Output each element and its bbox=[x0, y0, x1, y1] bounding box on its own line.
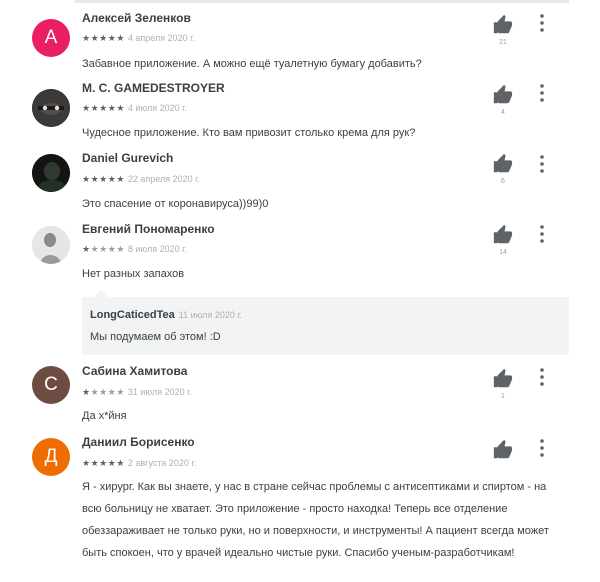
review-text: Да х*йня bbox=[82, 410, 127, 422]
profile-photo-icon bbox=[32, 226, 70, 264]
review-date: 4 июля 2020 г. bbox=[127, 103, 187, 113]
review-text: Чудесное приложение. Кто вам привозит ст… bbox=[82, 127, 416, 139]
star-icon: ★ bbox=[90, 103, 100, 113]
avatar[interactable] bbox=[32, 154, 70, 192]
reply-notch bbox=[94, 290, 108, 297]
like-count: 21 bbox=[499, 39, 507, 46]
more-vertical-icon[interactable] bbox=[537, 224, 547, 244]
star-icon: ★ bbox=[82, 244, 91, 254]
review-date: 2 августа 2020 г. bbox=[127, 458, 197, 468]
star-icon: ★ bbox=[82, 33, 91, 43]
avatar[interactable] bbox=[32, 226, 70, 264]
star-icon: ★ bbox=[116, 33, 125, 43]
star-icon: ★ bbox=[90, 174, 100, 184]
star-icon: ★ bbox=[90, 387, 100, 397]
more-vertical-icon[interactable] bbox=[537, 13, 547, 33]
star-icon: ★ bbox=[90, 244, 100, 254]
thumbs-up-icon[interactable] bbox=[492, 439, 514, 461]
review-text: Это спасение от коронавируса))99)0 bbox=[82, 198, 269, 210]
star-icon: ★ bbox=[99, 458, 108, 468]
star-icon: ★ bbox=[90, 33, 100, 43]
review-author[interactable]: Daniel Gurevich bbox=[82, 151, 173, 165]
review-date: 31 июля 2020 г. bbox=[127, 387, 192, 397]
review-text: Я - хирург. Как вы знаете, у нас в стран… bbox=[82, 481, 549, 559]
star-icon: ★ bbox=[82, 103, 91, 113]
reply-author: LongCaticedTea 11 июля 2020 г. bbox=[90, 309, 242, 321]
profile-photo-icon bbox=[32, 89, 70, 127]
like-count: 1 bbox=[501, 393, 505, 400]
star-icon: ★ bbox=[82, 458, 91, 468]
review-date: 8 июля 2020 г. bbox=[127, 244, 187, 254]
rating-stars: ★★★★★ 22 апреля 2020 г. bbox=[82, 174, 200, 185]
thumbs-up-icon[interactable] bbox=[492, 14, 514, 36]
star-icon: ★ bbox=[82, 387, 91, 397]
review-date: 4 апреля 2020 г. bbox=[127, 33, 195, 43]
like-count: 14 bbox=[499, 249, 507, 256]
developer-reply: LongCaticedTea 11 июля 2020 г. Мы подумае… bbox=[82, 290, 569, 355]
reply-author-name: LongCaticedTea bbox=[90, 309, 175, 321]
rating-stars: ★★★★★ 2 августа 2020 г. bbox=[82, 458, 196, 469]
star-icon: ★ bbox=[116, 387, 125, 397]
previous-review-divider bbox=[75, 0, 569, 3]
review-author[interactable]: Сабина Хамитова bbox=[82, 364, 187, 378]
more-vertical-icon[interactable] bbox=[537, 438, 547, 458]
star-icon: ★ bbox=[116, 458, 125, 468]
more-vertical-icon[interactable] bbox=[537, 154, 547, 174]
star-icon: ★ bbox=[116, 244, 125, 254]
more-vertical-icon[interactable] bbox=[537, 367, 547, 387]
star-icon: ★ bbox=[82, 174, 91, 184]
star-icon: ★ bbox=[99, 33, 108, 43]
like-count: 6 bbox=[501, 178, 505, 185]
avatar[interactable]: А bbox=[32, 19, 70, 57]
more-vertical-icon[interactable] bbox=[537, 83, 547, 103]
star-icon: ★ bbox=[99, 244, 108, 254]
star-icon: ★ bbox=[99, 103, 108, 113]
star-icon: ★ bbox=[99, 387, 108, 397]
rating-stars: ★★★★★ 8 июля 2020 г. bbox=[82, 244, 187, 255]
star-icon: ★ bbox=[116, 174, 125, 184]
review-text: Нет разных запахов bbox=[82, 268, 185, 280]
star-icon: ★ bbox=[90, 458, 100, 468]
thumbs-up-icon[interactable] bbox=[492, 368, 514, 390]
rating-stars: ★★★★★ 31 июля 2020 г. bbox=[82, 387, 192, 398]
avatar[interactable]: С bbox=[32, 366, 70, 404]
reply-text: Мы подумаем об этом! :D bbox=[90, 331, 221, 343]
review-author[interactable]: Евгений Пономаренко bbox=[82, 222, 215, 236]
review-author[interactable]: Даниил Борисенко bbox=[82, 435, 195, 449]
avatar[interactable]: Д bbox=[32, 438, 70, 476]
review-date: 22 апреля 2020 г. bbox=[127, 174, 200, 184]
thumbs-up-icon[interactable] bbox=[492, 84, 514, 106]
review-author[interactable]: M. C. GAMEDESTROYER bbox=[82, 81, 225, 95]
thumbs-up-icon[interactable] bbox=[492, 153, 514, 175]
star-icon: ★ bbox=[99, 174, 108, 184]
avatar[interactable] bbox=[32, 89, 70, 127]
like-count: 4 bbox=[501, 109, 505, 116]
profile-photo-icon bbox=[32, 154, 70, 192]
rating-stars: ★★★★★ 4 июля 2020 г. bbox=[82, 103, 187, 114]
rating-stars: ★★★★★ 4 апреля 2020 г. bbox=[82, 33, 195, 44]
review-text: Забавное приложение. А можно ещё туалетн… bbox=[82, 58, 422, 70]
review-author[interactable]: Алексей Зеленков bbox=[82, 11, 191, 25]
star-icon: ★ bbox=[116, 103, 125, 113]
thumbs-up-icon[interactable] bbox=[492, 224, 514, 246]
reply-date: 11 июля 2020 г. bbox=[178, 310, 243, 320]
